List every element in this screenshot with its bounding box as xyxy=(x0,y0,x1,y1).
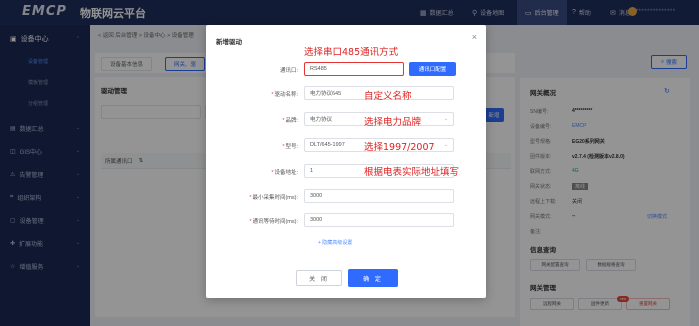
annotation-model: 选择1997/2007 xyxy=(364,142,435,153)
min-collect-time-label: *最小采集时间(ms): xyxy=(249,195,298,201)
driver-name-label: *驱动名称: xyxy=(271,92,298,98)
brand-label: *品牌: xyxy=(282,118,298,124)
advanced-settings-toggle[interactable]: + 隐藏高级设置 xyxy=(318,239,352,246)
comm-wait-time-input[interactable]: 3000 xyxy=(304,213,454,227)
min-collect-time-input[interactable]: 3000 xyxy=(304,189,454,203)
close-button[interactable]: 关 闭 xyxy=(296,270,342,286)
chevron-down-icon: ⌄ xyxy=(443,142,448,148)
add-driver-dialog: 新增驱动 × 通讯口: RS485 通讯口配置 *驱动名称: 电力协议645 *… xyxy=(206,25,486,298)
annotation-port: 选择串口485通讯方式 xyxy=(304,47,399,58)
dialog-title: 新增驱动 xyxy=(216,39,242,46)
comm-wait-time-label: *通讯等待时间(ms): xyxy=(249,219,298,225)
annotation-brand: 选择电力品牌 xyxy=(364,117,422,128)
confirm-button[interactable]: 确 定 xyxy=(348,269,398,287)
model-label: *型号: xyxy=(282,144,298,150)
port-field[interactable]: RS485 xyxy=(304,62,404,76)
chevron-down-icon: ⌄ xyxy=(443,116,448,122)
close-icon[interactable]: × xyxy=(472,32,477,42)
port-label: 通讯口: xyxy=(279,68,298,74)
annotation-address: 根据电表实际地址填写 xyxy=(364,167,460,178)
device-address-label: *设备地址: xyxy=(271,170,298,176)
annotation-name: 自定义名称 xyxy=(364,91,412,102)
port-config-button[interactable]: 通讯口配置 xyxy=(409,62,456,76)
